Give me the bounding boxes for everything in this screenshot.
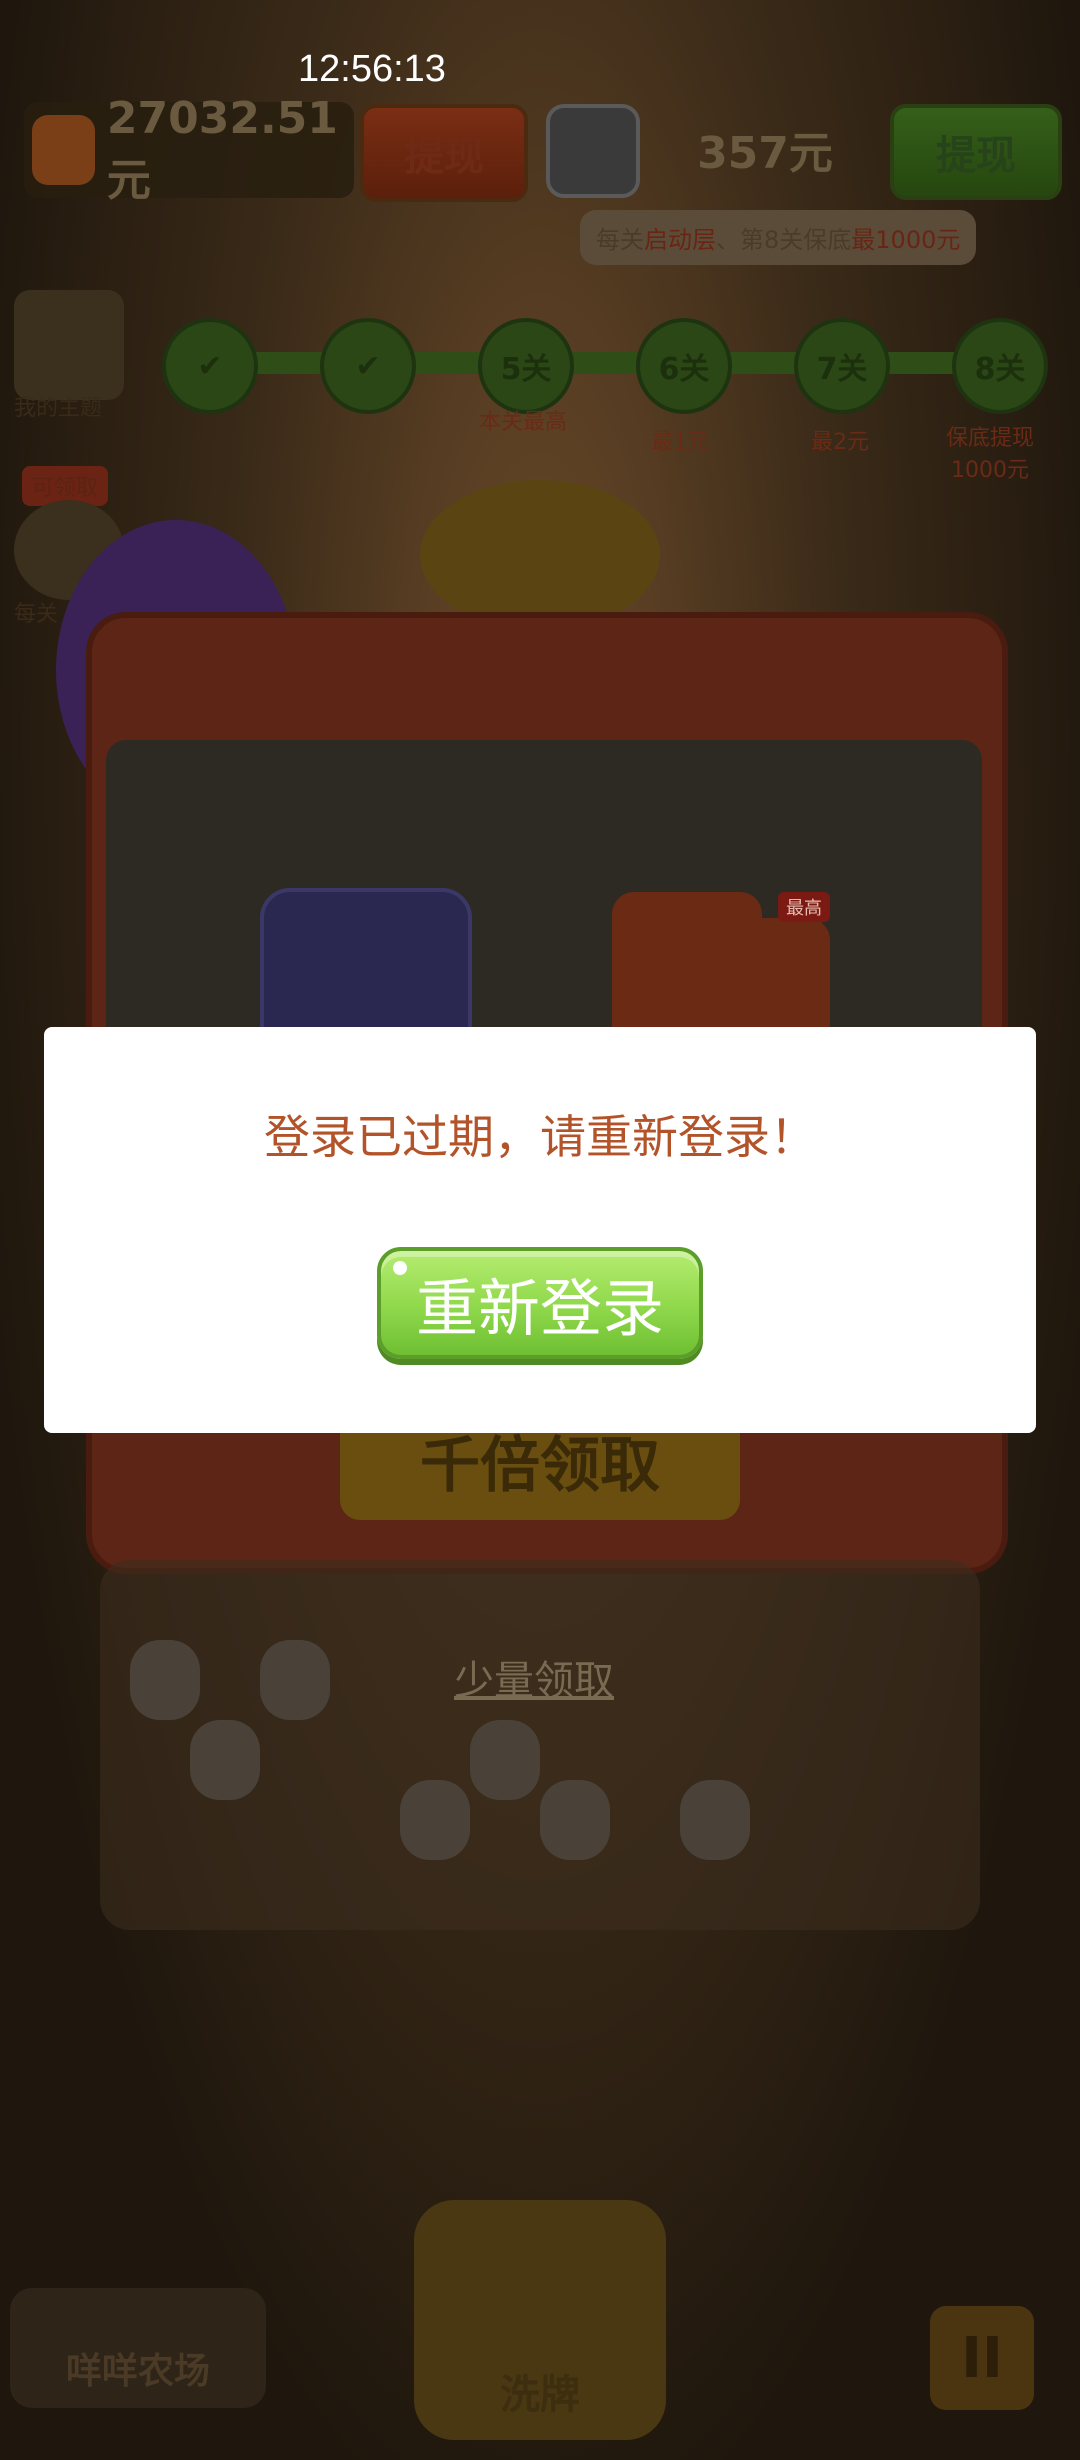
status-clock: 12:56:13 bbox=[298, 48, 446, 90]
red-packet-icon bbox=[32, 115, 95, 185]
step-label-7: 最2元 bbox=[811, 430, 869, 455]
small-claim-link[interactable]: 少量领取 bbox=[454, 1648, 614, 1706]
level-step-6: 6关 bbox=[636, 318, 732, 414]
check-icon: ✔ bbox=[355, 348, 381, 384]
withdraw-button-left[interactable]: 提现 bbox=[360, 104, 528, 202]
coin-stack-icon bbox=[420, 480, 660, 630]
step-label-5: 本关最高 bbox=[478, 410, 567, 435]
level-step-2: ✔ bbox=[320, 318, 416, 414]
farm-button[interactable]: 咩咩农场 bbox=[10, 2288, 266, 2408]
dialog-message: 登录已过期，请重新登录！ bbox=[264, 1110, 816, 1164]
per-level-label: 每关 bbox=[14, 602, 59, 627]
step-label-8: 保底提现1000元 bbox=[945, 426, 1034, 483]
withdraw-button-right[interactable]: 提现 bbox=[890, 104, 1062, 200]
sheep-tile[interactable] bbox=[540, 1780, 610, 1860]
button-shine bbox=[393, 1261, 407, 1275]
level-step-8: 8关 bbox=[952, 318, 1048, 414]
friend-avatar[interactable] bbox=[546, 104, 640, 198]
relogin-label: 重新登录 bbox=[415, 1272, 664, 1345]
shuffle-label: 洗牌 bbox=[500, 2372, 580, 2418]
sheep-tile[interactable] bbox=[190, 1720, 260, 1800]
relogin-button[interactable]: 重新登录 bbox=[377, 1247, 703, 1359]
sheep-tile[interactable] bbox=[680, 1780, 750, 1860]
check-icon: ✔ bbox=[197, 348, 223, 384]
sheep-tile[interactable] bbox=[130, 1640, 200, 1720]
level-step-7: 7关 bbox=[794, 318, 890, 414]
friend-amount: 357元 bbox=[697, 128, 833, 179]
guarantee-note: 每关启动层、第8关保底最1000元 bbox=[580, 210, 977, 265]
level-step-5: 5关 bbox=[478, 318, 574, 414]
my-theme-label: 我的主题 bbox=[14, 396, 103, 421]
pause-button[interactable]: II bbox=[930, 2306, 1034, 2410]
sheep-tile[interactable] bbox=[260, 1640, 330, 1720]
level-step-1: ✔ bbox=[162, 318, 258, 414]
cash-balance: 27032.51元 bbox=[24, 93, 354, 206]
sheep-tile[interactable] bbox=[400, 1780, 470, 1860]
theme-icon[interactable] bbox=[14, 290, 124, 400]
sheep-tile[interactable] bbox=[470, 1720, 540, 1800]
max-badge: 最高 bbox=[778, 892, 830, 922]
step-label-6: 最1元 bbox=[651, 430, 709, 455]
session-expired-dialog: 登录已过期，请重新登录！ 重新登录 bbox=[44, 1027, 1036, 1433]
farm-label: 咩咩农场 bbox=[65, 2351, 210, 2392]
cash-amount: 27032.51元 bbox=[106, 92, 338, 206]
shuffle-button[interactable]: 洗牌 bbox=[414, 2200, 666, 2440]
